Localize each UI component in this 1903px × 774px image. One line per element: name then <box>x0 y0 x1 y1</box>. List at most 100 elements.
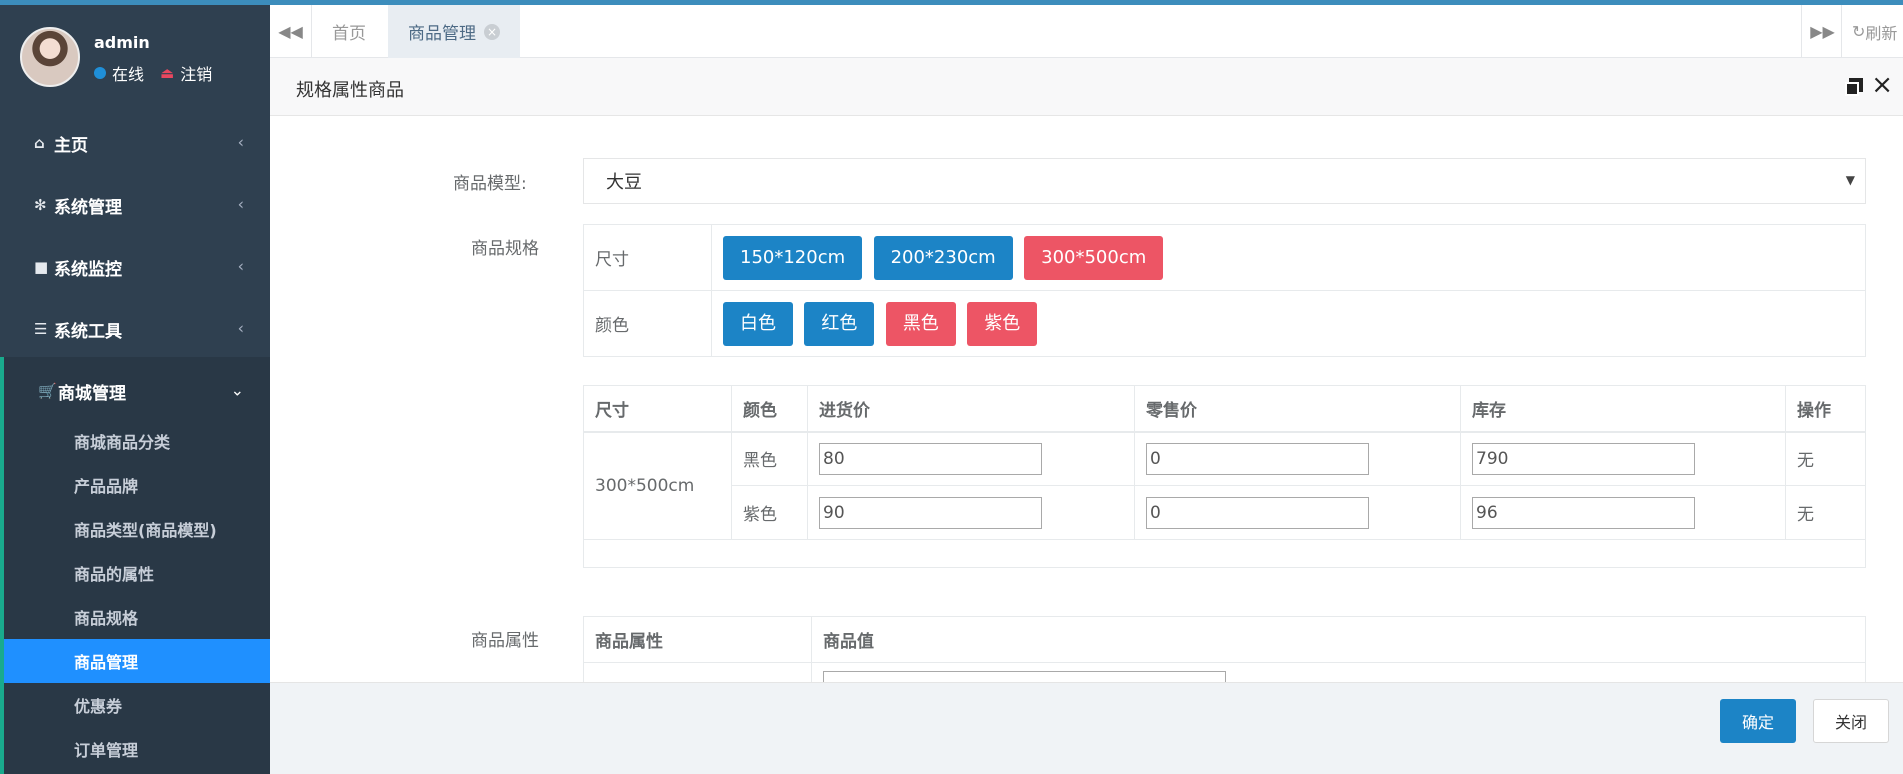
stock-cell <box>1460 431 1786 486</box>
sidebar-item-label: 系统监控 <box>54 259 122 280</box>
spec-row-color: 颜色 白色 红色 黑色 紫色 <box>583 290 1866 357</box>
sidebar-subitem-type[interactable]: 商品类型(商品模型) <box>4 507 270 551</box>
cart-icon: 🛒 <box>38 382 57 400</box>
online-dot-icon <box>94 67 106 79</box>
refresh-label: 刷新 <box>1865 23 1898 43</box>
gear-icon: ✻ <box>34 196 47 214</box>
confirm-button[interactable]: 确定 <box>1720 699 1796 743</box>
close-button[interactable]: 关闭 <box>1813 699 1889 743</box>
column-header: 尺寸 <box>583 385 732 433</box>
operation-cell: 无 <box>1785 431 1866 486</box>
dialog-footer: 确定 关闭 <box>270 682 1903 774</box>
refresh-button[interactable]: ↻ 刷新 <box>1841 5 1903 58</box>
sku-color-cell: 紫色 <box>731 485 808 540</box>
price-cell <box>1134 431 1461 486</box>
spec-name: 颜色 <box>583 290 712 357</box>
online-status-label: 在线 <box>112 65 145 84</box>
sidebar-item-tools[interactable]: ☰ 系统工具 ‹ <box>0 298 270 360</box>
sidebar-item-system[interactable]: ✻ 系统管理 ‹ <box>0 174 270 236</box>
sidebar-subitem-coupon[interactable]: 优惠券 <box>4 683 270 727</box>
sidebar-subitem-category[interactable]: 商城商品分类 <box>4 419 270 463</box>
price-input[interactable] <box>1146 442 1369 475</box>
stock-input[interactable] <box>1472 442 1695 475</box>
chevron-down-icon: ⌄ <box>230 380 244 400</box>
sidebar-subitem-attribute[interactable]: 商品的属性 <box>4 551 270 595</box>
spec-option-button[interactable]: 150*120cm <box>723 235 863 280</box>
table-row: 300*500cm 黑色 无 <box>583 431 1866 540</box>
sidebar-subitem-goods[interactable]: 商品管理 <box>4 639 270 683</box>
spec-option-button[interactable]: 红色 <box>804 301 875 346</box>
tab-scroll-left-icon[interactable]: ◀◀ <box>270 5 312 58</box>
close-icon[interactable]: × <box>1871 70 1893 100</box>
sidebar-item-label: 系统管理 <box>54 197 122 218</box>
operation-cell: 无 <box>1785 485 1866 540</box>
dialog-header: 规格属性商品 × <box>270 58 1903 116</box>
list-icon: ☰ <box>34 320 48 338</box>
price-cell <box>1134 485 1461 540</box>
avatar[interactable] <box>20 27 80 87</box>
user-name: admin <box>94 33 150 52</box>
model-select-value: 大豆 <box>606 172 642 193</box>
cost-input[interactable] <box>819 496 1042 529</box>
column-header: 进货价 <box>807 385 1135 433</box>
sidebar-subitem-order[interactable]: 订单管理 <box>4 727 270 771</box>
user-panel: admin 在线 ⏏ 注销 <box>0 5 270 100</box>
tab-bar: ◀◀ 首页 商品管理 × ▶▶ ↻ 刷新 <box>270 5 1903 58</box>
column-header: 库存 <box>1460 385 1786 433</box>
spec-values: 白色 红色 黑色 紫色 <box>711 290 1866 357</box>
tab-close-icon[interactable]: × <box>484 23 500 40</box>
content-area: 规格属性商品 × 商品模型: 大豆 ▼ 商品规格 尺寸 150*120cm 20… <box>270 58 1903 774</box>
tab-scroll-right-icon[interactable]: ▶▶ <box>1801 5 1843 58</box>
spec-option-button[interactable]: 黑色 <box>885 301 956 346</box>
spec-name: 尺寸 <box>583 224 712 291</box>
spec-option-button[interactable]: 200*230cm <box>873 235 1013 280</box>
maximize-icon[interactable] <box>1845 78 1863 96</box>
spec-label: 商品规格 <box>471 239 539 259</box>
column-header: 商品属性 <box>583 616 812 663</box>
chevron-left-icon: ‹ <box>237 132 244 152</box>
model-label: 商品模型: <box>453 174 527 194</box>
sku-color-cell: 黑色 <box>731 431 808 486</box>
logout-link[interactable]: 注销 <box>180 61 212 85</box>
model-select[interactable]: 大豆 ▼ <box>583 158 1866 204</box>
chevron-left-icon: ‹ <box>237 194 244 214</box>
cost-input[interactable] <box>819 442 1042 475</box>
tab-home[interactable]: 首页 <box>312 5 386 58</box>
user-status: 在线 ⏏ 注销 <box>94 61 212 85</box>
attr-header-row: 商品属性 商品值 <box>583 616 1866 663</box>
tab-label: 商品管理 <box>408 24 476 44</box>
sidebar-subitem-spec[interactable]: 商品规格 <box>4 595 270 639</box>
spec-option-button[interactable]: 白色 <box>723 301 793 346</box>
sku-header-row: 尺寸 颜色 进货价 零售价 库存 操作 <box>583 385 1866 433</box>
cost-cell <box>807 485 1135 540</box>
price-input[interactable] <box>1146 496 1369 529</box>
column-header: 商品值 <box>811 616 1866 663</box>
column-header: 颜色 <box>731 385 808 433</box>
sku-table: 尺寸 颜色 进货价 零售价 库存 操作 300*500cm 黑色 无 紫色 <box>583 385 1866 568</box>
sidebar: admin 在线 ⏏ 注销 ⌂ 主页 ‹ ✻ 系统管理 ‹ ■ 系统监控 ‹ ☰… <box>0 5 270 774</box>
sidebar-item-label: 商城管理 <box>58 383 126 404</box>
sidebar-item-home[interactable]: ⌂ 主页 ‹ <box>0 112 270 174</box>
attr-label: 商品属性 <box>471 631 539 651</box>
cost-cell <box>807 431 1135 486</box>
sidebar-item-label: 系统工具 <box>54 321 122 342</box>
home-icon: ⌂ <box>34 134 45 152</box>
column-header: 操作 <box>1785 385 1866 433</box>
sidebar-subitem-brand[interactable]: 产品品牌 <box>4 463 270 507</box>
refresh-icon: ↻ <box>1852 22 1866 41</box>
chevron-left-icon: ‹ <box>237 256 244 276</box>
spec-table: 尺寸 150*120cm 200*230cm 300*500cm 颜色 白色 红… <box>583 224 1866 357</box>
table-footer-row <box>583 539 1866 568</box>
video-camera-icon: ■ <box>34 258 49 276</box>
tab-goods[interactable]: 商品管理 × <box>388 5 520 58</box>
caret-down-icon: ▼ <box>1845 173 1855 187</box>
spec-option-button[interactable]: 紫色 <box>967 301 1038 346</box>
stock-input[interactable] <box>1472 496 1695 529</box>
spec-row-size: 尺寸 150*120cm 200*230cm 300*500cm <box>583 224 1866 291</box>
spec-option-button[interactable]: 300*500cm <box>1024 235 1164 280</box>
dialog-title: 规格属性商品 <box>296 80 404 101</box>
sidebar-item-shop[interactable]: 🛒 商城管理 ⌄ <box>0 360 270 422</box>
logout-icon[interactable]: ⏏ <box>160 64 174 82</box>
table-row: 紫色 无 <box>584 485 1866 540</box>
sidebar-item-monitor[interactable]: ■ 系统监控 ‹ <box>0 236 270 298</box>
